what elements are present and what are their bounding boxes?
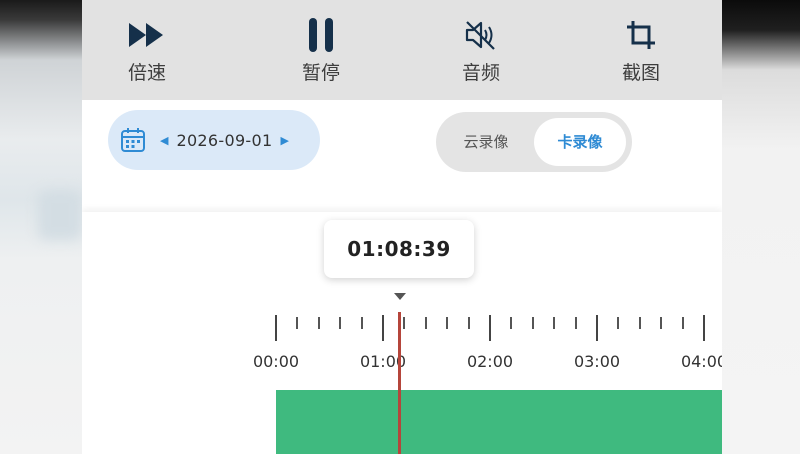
recording-source-toggle: 云录像 卡录像 bbox=[436, 112, 632, 172]
minor-tick bbox=[361, 317, 363, 329]
minor-tick bbox=[660, 317, 662, 329]
previous-date-button[interactable]: ◀ bbox=[160, 134, 168, 147]
screenshot-button[interactable]: 截图 bbox=[596, 16, 686, 86]
audio-label: 音频 bbox=[461, 62, 500, 84]
timeline[interactable]: 01:08:39 00:00 01:00 02:00 03:00 04:00 bbox=[82, 212, 722, 454]
pause-icon bbox=[306, 16, 336, 54]
pause-label: 暂停 bbox=[301, 62, 340, 84]
crop-icon bbox=[625, 16, 657, 54]
minor-tick bbox=[682, 317, 684, 329]
controls-row: ◀ 2026-09-01 ▶ 云录像 卡录像 bbox=[82, 100, 722, 212]
hour-label: 00:00 bbox=[252, 352, 300, 371]
current-date: 2026-09-01 bbox=[176, 130, 273, 150]
minor-tick bbox=[403, 317, 405, 329]
minor-tick bbox=[425, 317, 427, 329]
recording-segment[interactable] bbox=[276, 390, 722, 454]
hour-label: 01:00 bbox=[359, 352, 407, 371]
minor-tick bbox=[510, 317, 512, 329]
major-tick bbox=[382, 315, 384, 341]
minor-tick bbox=[446, 317, 448, 329]
fast-forward-icon bbox=[127, 16, 167, 54]
minor-tick bbox=[639, 317, 641, 329]
minor-tick bbox=[532, 317, 534, 329]
playback-screen: 倍速 暂停 音频 截图 ◀ 2026-09-01 ▶ 云录像 卡录像 01:08… bbox=[82, 0, 722, 454]
minor-tick bbox=[617, 317, 619, 329]
speed-button[interactable]: 倍速 bbox=[102, 16, 192, 86]
major-tick bbox=[703, 315, 705, 341]
audio-button[interactable]: 音频 bbox=[436, 16, 526, 86]
minor-tick bbox=[339, 317, 341, 329]
minor-tick bbox=[468, 317, 470, 329]
date-selector: ◀ 2026-09-01 ▶ bbox=[108, 110, 320, 170]
calendar-icon[interactable] bbox=[120, 127, 146, 153]
major-tick bbox=[489, 315, 491, 341]
major-tick bbox=[275, 315, 277, 341]
cloud-recording-tab[interactable]: 云录像 bbox=[448, 118, 524, 166]
screenshot-label: 截图 bbox=[621, 62, 660, 84]
hour-label: 04:00 bbox=[680, 352, 722, 371]
pause-button[interactable]: 暂停 bbox=[276, 16, 366, 86]
speed-label: 倍速 bbox=[127, 62, 166, 84]
major-tick bbox=[596, 315, 598, 341]
next-date-button[interactable]: ▶ bbox=[280, 134, 288, 147]
playback-toolbar: 倍速 暂停 音频 截图 bbox=[82, 0, 722, 100]
minor-tick bbox=[575, 317, 577, 329]
hour-label: 03:00 bbox=[573, 352, 621, 371]
minor-tick bbox=[318, 317, 320, 329]
playhead-line[interactable] bbox=[398, 312, 401, 454]
background-right bbox=[722, 0, 800, 454]
hour-label: 02:00 bbox=[466, 352, 514, 371]
minor-tick bbox=[296, 317, 298, 329]
background-left bbox=[0, 0, 82, 454]
speaker-muted-icon bbox=[464, 16, 498, 54]
minor-tick bbox=[553, 317, 555, 329]
card-recording-tab[interactable]: 卡录像 bbox=[534, 118, 626, 166]
